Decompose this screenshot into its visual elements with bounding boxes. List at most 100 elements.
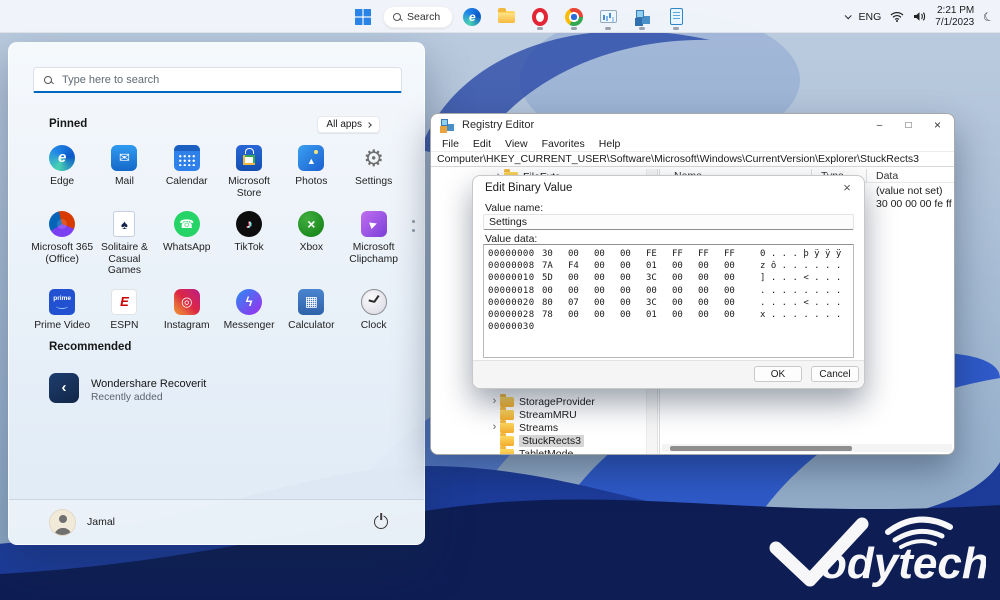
value-name-field[interactable]: Settings xyxy=(483,214,854,230)
dialog-title: Edit Binary Value xyxy=(485,182,572,194)
do-not-disturb-moon-icon[interactable]: ☾ xyxy=(981,8,996,25)
calendar-icon xyxy=(174,145,200,171)
app-clipchamp[interactable]: Microsoft Clipchamp xyxy=(343,211,405,277)
recommended-item[interactable]: Wondershare Recoverit Recently added xyxy=(49,373,206,408)
app-xbox[interactable]: Xbox xyxy=(280,211,342,277)
app-instagram[interactable]: Instagram xyxy=(156,289,218,332)
hex-byte: 00 xyxy=(620,272,646,284)
registry-title-bar[interactable]: Registry Editor – □ × xyxy=(431,114,954,136)
language-indicator[interactable]: ENG xyxy=(859,11,882,23)
power-button[interactable] xyxy=(374,515,388,529)
hex-byte: 00 xyxy=(568,285,594,297)
hex-ascii: . . . . . . . . xyxy=(760,285,841,297)
app-label: Mail xyxy=(115,176,134,188)
m365-icon xyxy=(49,211,75,237)
solitaire-icon xyxy=(113,211,135,237)
chevron-right-icon xyxy=(366,122,372,128)
horizontal-scrollbar[interactable] xyxy=(662,444,952,452)
hex-byte: F4 xyxy=(568,260,594,272)
app-edge[interactable]: Edge xyxy=(31,145,93,199)
user-avatar[interactable] xyxy=(49,509,76,536)
whatsapp-icon xyxy=(174,211,200,237)
menu-view[interactable]: View xyxy=(498,138,535,150)
file-explorer-icon xyxy=(498,11,515,23)
taskbar-notepad-button[interactable] xyxy=(664,4,688,30)
taskbar-file-explorer-button[interactable] xyxy=(494,4,518,30)
cancel-button[interactable]: Cancel xyxy=(811,366,859,382)
speaker-icon[interactable] xyxy=(913,11,926,22)
expander-chevron-icon[interactable]: › xyxy=(489,396,500,407)
hex-byte: 00 xyxy=(724,297,750,309)
menu-help[interactable]: Help xyxy=(592,138,628,150)
tree-item-label: StorageProvider xyxy=(519,396,595,408)
taskbar-edge-button[interactable]: e xyxy=(460,4,484,30)
hex-offset: 00000020 xyxy=(488,297,542,309)
dialog-footer: OK Cancel xyxy=(473,360,864,388)
hex-byte: 00 xyxy=(724,285,750,297)
hex-editor[interactable]: 0000000030000000FEFFFFFF0 . . . þ ÿ ÿ ÿ0… xyxy=(483,244,854,358)
taskbar-registry-editor-button[interactable] xyxy=(630,4,654,30)
dialog-close-icon[interactable]: × xyxy=(839,179,855,195)
tree-item-streams[interactable]: ›Streams xyxy=(431,421,646,434)
minimize-button[interactable]: – xyxy=(865,114,894,136)
taskbar-task-manager-button[interactable] xyxy=(596,4,620,30)
app-m365[interactable]: Microsoft 365 (Office) xyxy=(31,211,93,277)
app-prime[interactable]: Prime Video xyxy=(31,289,93,332)
app-solitaire[interactable]: Solitaire & Casual Games xyxy=(93,211,155,277)
folder-icon xyxy=(500,397,514,407)
taskbar-app-icons: e xyxy=(460,4,688,30)
ok-button[interactable]: OK xyxy=(754,366,802,382)
windows-logo-icon xyxy=(355,9,371,25)
hex-byte: 00 xyxy=(646,285,672,297)
app-store[interactable]: Microsoft Store xyxy=(218,145,280,199)
user-name[interactable]: Jamal xyxy=(87,516,115,528)
tree-item-stuckrects3[interactable]: StuckRects3 xyxy=(431,434,646,447)
hex-offset: 00000000 xyxy=(488,248,542,260)
value-name-text: Settings xyxy=(489,216,527,228)
app-calendar[interactable]: Calendar xyxy=(156,145,218,199)
hex-byte: 00 xyxy=(594,248,620,260)
app-photos[interactable]: Photos xyxy=(280,145,342,199)
app-calculator[interactable]: Calculator xyxy=(280,289,342,332)
menu-file[interactable]: File xyxy=(435,138,466,150)
start-button[interactable] xyxy=(350,4,376,30)
menu-favorites[interactable]: Favorites xyxy=(535,138,592,150)
folder-icon xyxy=(500,436,514,446)
scrollbar-thumb[interactable] xyxy=(670,446,852,451)
app-clock[interactable]: Clock xyxy=(343,289,405,332)
pinned-page-dots[interactable] xyxy=(412,220,415,232)
registry-editor-icon xyxy=(440,118,454,132)
app-settings[interactable]: Settings xyxy=(343,145,405,199)
close-button[interactable]: × xyxy=(923,114,952,136)
tree-item-tabletmode[interactable]: TabletMode xyxy=(431,447,646,454)
all-apps-button[interactable]: All apps xyxy=(317,116,380,133)
hex-byte: 00 xyxy=(542,285,568,297)
app-mail[interactable]: Mail xyxy=(93,145,155,199)
hex-byte: 00 xyxy=(568,248,594,260)
recommended-section-label: Recommended xyxy=(49,341,131,353)
maximize-button[interactable]: □ xyxy=(894,114,923,136)
start-search-input[interactable]: Type here to search xyxy=(33,67,402,93)
taskbar-search[interactable]: Search xyxy=(383,6,453,28)
column-header-data[interactable]: Data xyxy=(876,170,898,182)
hex-byte: 00 xyxy=(620,297,646,309)
hidden-icons-chevron-icon[interactable] xyxy=(844,12,851,19)
task-manager-icon xyxy=(600,10,617,23)
app-messenger[interactable]: Messenger xyxy=(218,289,280,332)
app-espn[interactable]: ESPN xyxy=(93,289,155,332)
taskbar-opera-button[interactable] xyxy=(528,4,552,30)
column-separator[interactable] xyxy=(866,169,867,183)
app-whatsapp[interactable]: WhatsApp xyxy=(156,211,218,277)
taskbar-chrome-button[interactable] xyxy=(562,4,586,30)
expander-chevron-icon[interactable]: › xyxy=(489,422,500,433)
tree-item-storageprovider[interactable]: › StorageProvider xyxy=(431,395,646,408)
address-bar[interactable]: Computer\HKEY_CURRENT_USER\Software\Micr… xyxy=(431,151,954,167)
menu-edit[interactable]: Edit xyxy=(466,138,498,150)
wifi-icon[interactable] xyxy=(890,11,904,22)
app-label: Microsoft 365 (Office) xyxy=(31,242,93,265)
hex-byte: 80 xyxy=(542,297,568,309)
taskbar-clock[interactable]: 2:21 PM 7/1/2023 xyxy=(935,5,974,28)
app-tiktok[interactable]: TikTok xyxy=(218,211,280,277)
app-label: ESPN xyxy=(110,320,138,332)
tree-item-streammru[interactable]: StreamMRU xyxy=(431,408,646,421)
